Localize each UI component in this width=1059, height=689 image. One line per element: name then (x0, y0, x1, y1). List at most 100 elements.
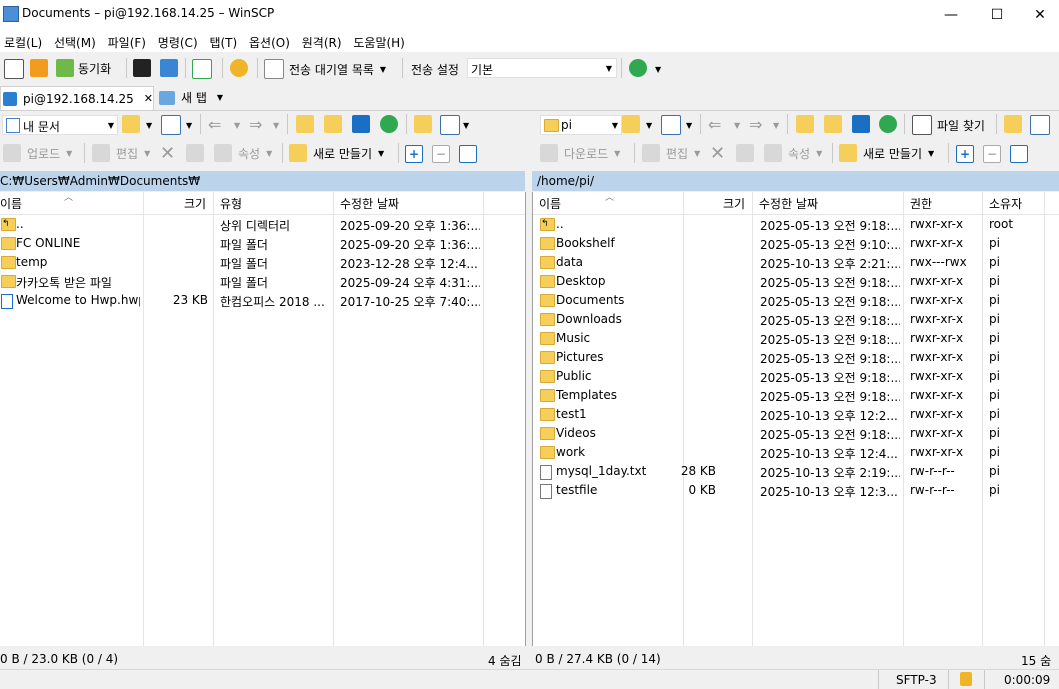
terminal-icon[interactable] (133, 59, 151, 77)
chevron-down-icon[interactable]: ▼ (655, 65, 661, 74)
file-row[interactable]: Templates 2025-05-13 오전 9:18:... rwxr-xr-x… (533, 386, 1059, 405)
menu-tab[interactable]: 탭(T) (205, 30, 241, 51)
chevron-down-icon[interactable]: ▼ (186, 121, 192, 130)
view-icon[interactable] (1030, 115, 1050, 135)
chevron-down-icon[interactable]: ▼ (273, 121, 279, 130)
left-col-size[interactable]: 크기 (184, 195, 206, 212)
bookmarks-icon[interactable] (1004, 115, 1022, 133)
forward-icon[interactable]: ⇒ (749, 115, 762, 134)
right-col-name[interactable]: 이름 (539, 195, 561, 212)
home-icon[interactable] (352, 115, 370, 133)
rename-icon[interactable] (186, 144, 204, 162)
file-row[interactable]: test1 2025-10-13 오후 12:2... rwxr-xr-x pi (533, 405, 1059, 424)
file-row[interactable]: Videos 2025-05-13 오전 9:18:... rwxr-xr-x pi (533, 424, 1059, 443)
parent-dir-icon[interactable] (296, 115, 314, 133)
refresh-icon[interactable] (380, 115, 398, 133)
tab-session[interactable]: pi@192.168.14.25 ✕ (0, 86, 154, 110)
select-all-icon[interactable]: + (405, 145, 423, 163)
deselect-icon[interactable]: − (432, 145, 450, 163)
chevron-down-icon[interactable]: ▼ (646, 121, 652, 130)
delete-icon[interactable]: ✕ (710, 143, 725, 164)
queue-list-button[interactable]: 전송 대기열 목록 ▼ (264, 59, 386, 79)
right-location-select[interactable]: pi ▼ (540, 115, 622, 135)
file-row[interactable]: Documents 2025-05-13 오전 9:18:... rwxr-xr-x… (533, 291, 1059, 310)
bookmarks-icon[interactable] (414, 115, 432, 133)
minimize-button[interactable]: — (928, 0, 974, 30)
putty-icon[interactable] (160, 59, 178, 77)
right-col-size[interactable]: 크기 (723, 195, 745, 212)
invert-selection-icon[interactable] (1010, 145, 1028, 163)
file-row[interactable]: ↰.. 2025-05-13 오전 9:18:... rwxr-xr-x root (533, 215, 1059, 234)
left-location-select[interactable]: 내 문서 ▼ (2, 115, 118, 135)
right-col-owner[interactable]: 소유자 (989, 195, 1022, 212)
file-row[interactable]: testfile 0 KB 2025-10-13 오후 12:3... rw-r--r… (533, 481, 1059, 500)
file-row[interactable]: temp 파일 폴더 2023-12-28 오후 12:4... (0, 253, 525, 272)
left-new-button[interactable]: 새로 만들기 ▼ (289, 144, 384, 162)
find-files-button[interactable]: 파일 찾기 (912, 115, 985, 135)
refresh-queue-icon[interactable] (192, 59, 212, 79)
chevron-down-icon[interactable]: ▼ (463, 121, 469, 130)
home-icon[interactable] (852, 115, 870, 133)
left-path-bar[interactable]: C:₩Users₩Admin₩Documents₩ (0, 171, 525, 191)
menu-help[interactable]: 도움말(H) (349, 30, 409, 51)
maximize-button[interactable]: ☐ (974, 0, 1020, 30)
root-dir-icon[interactable] (324, 115, 342, 133)
menu-file[interactable]: 파일(F) (104, 30, 150, 51)
select-all-icon[interactable]: + (956, 145, 974, 163)
transfer-mode-select[interactable]: 기본 ▼ (467, 58, 617, 78)
left-properties-button[interactable]: 속성 ▼ (214, 144, 272, 162)
chevron-down-icon[interactable]: ▼ (773, 121, 779, 130)
back-icon[interactable]: ⇐ (208, 115, 221, 134)
sync-button[interactable]: 동기화 (56, 59, 111, 77)
root-dir-icon[interactable] (824, 115, 842, 133)
file-row[interactable]: FC ONLINE 파일 폴더 2025-09-20 오후 1:36:... (0, 234, 525, 253)
file-row[interactable]: Welcome to Hwp.hwp 23 KB 한컴오피스 2018 ... 201… (0, 291, 525, 310)
sync-browse-icon[interactable] (30, 59, 48, 77)
tab-new[interactable]: 새 탭 ▼ (156, 86, 238, 109)
deselect-icon[interactable]: − (983, 145, 1001, 163)
menu-local[interactable]: 로컬(L) (0, 30, 46, 51)
menu-select[interactable]: 선택(M) (50, 30, 100, 51)
right-edit-button[interactable]: 편집 ▼ (642, 144, 700, 162)
back-icon[interactable]: ⇐ (708, 115, 721, 134)
file-row[interactable]: mysql_1day.txt 28 KB 2025-10-13 오후 2:19:..… (533, 462, 1059, 481)
file-row[interactable]: Desktop 2025-05-13 오전 9:18:... rwxr-xr-x pi (533, 272, 1059, 291)
left-file-list[interactable]: 이름 ︿ 크기 유형 수정한 날짜 ↰.. 상위 디렉터리 2025-09-20 오… (0, 192, 526, 646)
file-row[interactable]: Public 2025-05-13 오전 9:18:... rwxr-xr-x pi (533, 367, 1059, 386)
file-row[interactable]: ↰.. 상위 디렉터리 2025-09-20 오후 1:36:... (0, 215, 525, 234)
menu-command[interactable]: 명령(C) (154, 30, 202, 51)
delete-icon[interactable]: ✕ (160, 143, 175, 164)
close-tab-icon[interactable]: ✕ (144, 92, 153, 105)
view-icon[interactable] (440, 115, 460, 135)
globe-icon[interactable] (629, 59, 647, 77)
file-row[interactable]: work 2025-10-13 오후 12:4... rwxr-xr-x pi (533, 443, 1059, 462)
filter-icon[interactable] (161, 115, 181, 135)
left-col-name[interactable]: 이름 (0, 195, 22, 212)
file-row[interactable]: Downloads 2025-05-13 오전 9:18:... rwxr-xr-x… (533, 310, 1059, 329)
panel-splitter[interactable] (527, 112, 532, 648)
forward-icon[interactable]: ⇒ (249, 115, 262, 134)
upload-button[interactable]: 업로드 ▼ (3, 144, 72, 162)
gear-icon[interactable] (230, 59, 248, 77)
file-row[interactable]: Music 2025-05-13 오전 9:18:... rwxr-xr-x pi (533, 329, 1059, 348)
download-button[interactable]: 다운로드 ▼ (540, 144, 620, 162)
chevron-down-icon[interactable]: ▼ (146, 121, 152, 130)
close-window-button[interactable]: ✕ (1017, 0, 1059, 30)
chevron-down-icon[interactable]: ▼ (734, 121, 740, 130)
right-col-rights[interactable]: 권한 (910, 195, 932, 212)
chevron-down-icon[interactable]: ▼ (686, 121, 692, 130)
open-folder-icon[interactable] (622, 115, 640, 133)
file-row[interactable]: Pictures 2025-05-13 오전 9:18:... rwxr-xr-x p… (533, 348, 1059, 367)
right-properties-button[interactable]: 속성 ▼ (764, 144, 822, 162)
parent-dir-icon[interactable] (796, 115, 814, 133)
file-row[interactable]: Bookshelf 2025-05-13 오전 9:10:... rwxr-xr-x… (533, 234, 1059, 253)
invert-selection-icon[interactable] (459, 145, 477, 163)
refresh-icon[interactable] (879, 115, 897, 133)
left-col-modified[interactable]: 수정한 날짜 (340, 195, 399, 212)
left-col-type[interactable]: 유형 (220, 195, 242, 212)
right-col-modified[interactable]: 수정한 날짜 (759, 195, 818, 212)
right-path-bar[interactable]: /home/pi/ (532, 171, 1059, 191)
chevron-down-icon[interactable]: ▼ (234, 121, 240, 130)
open-folder-icon[interactable] (122, 115, 140, 133)
filter-icon[interactable] (661, 115, 681, 135)
